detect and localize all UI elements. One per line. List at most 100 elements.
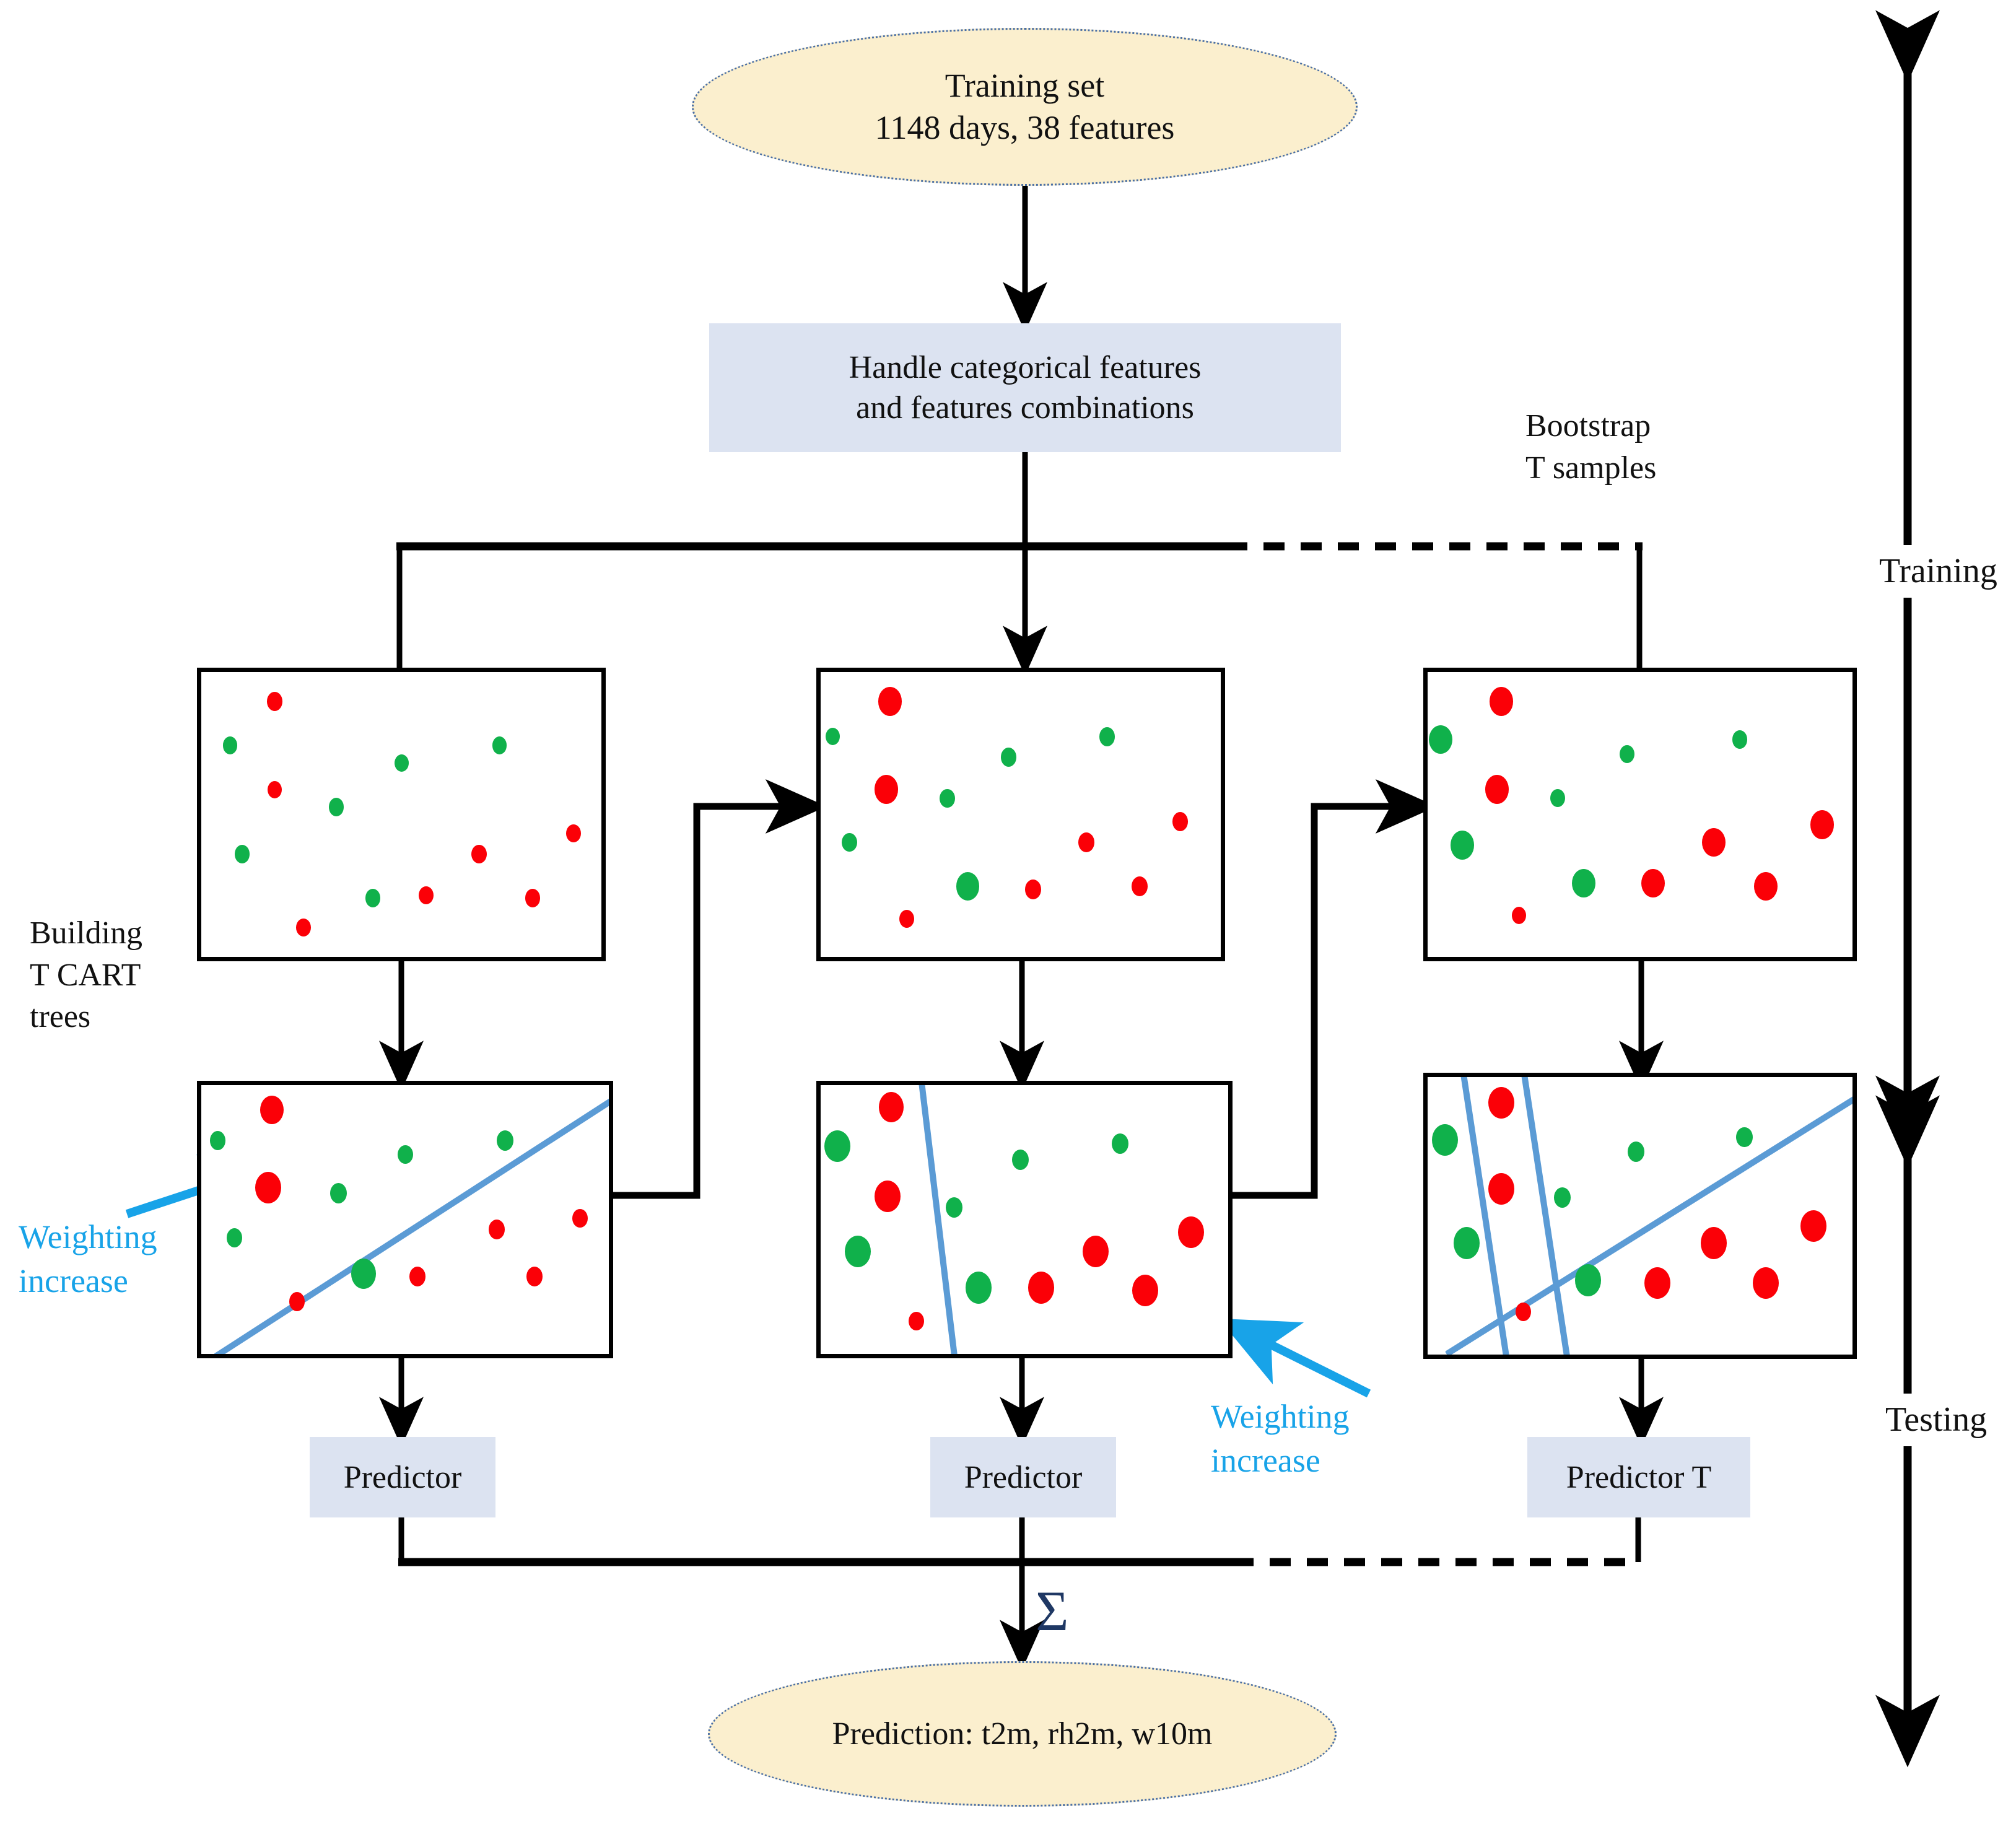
data-point-red	[879, 1092, 904, 1123]
data-point-red	[874, 775, 898, 804]
data-point-green	[824, 1130, 850, 1163]
data-point-red	[1644, 1267, 1670, 1299]
data-point-red	[489, 1220, 505, 1239]
data-point-green	[351, 1259, 377, 1290]
data-point-red	[1488, 1172, 1514, 1205]
data-point-red	[419, 886, 434, 904]
predictor-box-1: Predictor	[310, 1437, 495, 1517]
data-point-red	[267, 692, 283, 711]
data-point-red	[1511, 907, 1526, 925]
panel-inner	[201, 672, 601, 957]
data-point-red	[1641, 869, 1665, 898]
data-point-red	[874, 1180, 901, 1212]
data-point-red	[525, 889, 540, 907]
data-point-green	[1550, 789, 1565, 808]
phase-label-testing: Testing	[1883, 1394, 1990, 1446]
panel-inner	[821, 1085, 1228, 1354]
training-set-line1: Training set	[945, 67, 1105, 104]
scatter-panel-tree-T	[1423, 1073, 1857, 1359]
output-node: Prediction: t2m, rh2m, w10m	[708, 1661, 1337, 1807]
data-point-green	[826, 728, 840, 746]
data-point-red	[1810, 810, 1834, 839]
bootstrap-line2: T samples	[1525, 450, 1657, 486]
data-point-green	[227, 1228, 243, 1247]
scatter-panel-sample-1	[197, 668, 606, 961]
data-point-green	[365, 889, 381, 907]
data-point-red	[1488, 1086, 1514, 1119]
data-point-red	[1131, 876, 1148, 896]
phase-label-testing-text: Testing	[1885, 1400, 1988, 1439]
panel-inner	[821, 672, 1221, 957]
output-text: Prediction: t2m, rh2m, w10m	[832, 1716, 1213, 1752]
scatter-panel-sample-2	[816, 668, 1225, 961]
data-point-green	[956, 872, 980, 901]
data-point-green	[945, 1197, 962, 1218]
diagram-canvas: Training set 1148 days, 38 features Hand…	[0, 0, 2016, 1829]
predictor-label-1: Predictor	[343, 1459, 462, 1495]
panel-inner	[1428, 672, 1852, 957]
sigma-glyph: Σ	[1036, 1579, 1069, 1643]
data-point-green	[1572, 869, 1595, 898]
sigma-symbol: Σ	[1036, 1582, 1069, 1639]
data-point-green	[210, 1131, 226, 1150]
preprocess-node: Handle categorical features and features…	[709, 323, 1341, 452]
data-point-red	[1485, 775, 1509, 804]
data-point-green	[330, 1183, 347, 1204]
data-point-red	[268, 780, 282, 798]
data-point-red	[899, 909, 914, 928]
predictor-box-2: Predictor	[930, 1437, 1116, 1517]
preprocess-line1: Handle categorical features	[849, 350, 1202, 385]
data-point-green	[845, 1236, 871, 1268]
training-set-line2: 1148 days, 38 features	[875, 108, 1175, 146]
data-point-green	[940, 788, 956, 808]
data-point-red	[255, 1172, 281, 1204]
data-point-red	[565, 824, 581, 843]
building-line1: Building	[30, 915, 143, 951]
data-point-red	[1132, 1274, 1159, 1307]
data-point-red	[471, 844, 487, 864]
scatter-panel-tree-2	[816, 1081, 1233, 1358]
data-point-green	[1432, 1124, 1458, 1156]
separator-line-diagonal-3	[1445, 1091, 1852, 1355]
connector-tree1-to-sample2	[610, 779, 827, 1199]
data-point-green	[235, 845, 250, 863]
building-line3: trees	[30, 999, 91, 1035]
data-point-green	[1429, 725, 1452, 754]
data-point-green	[492, 736, 507, 754]
phase-label-training: Training	[1877, 545, 2000, 598]
data-point-red	[296, 918, 311, 936]
predictor-label-T: Predictor T	[1566, 1459, 1712, 1495]
data-point-red	[1078, 832, 1094, 852]
bootstrap-label: Bootstrap T samples	[1525, 405, 1656, 489]
leader-line-weighting-right	[1218, 1318, 1371, 1398]
data-point-red	[1754, 871, 1778, 901]
data-point-red	[289, 1292, 305, 1311]
data-point-red	[572, 1208, 588, 1228]
data-point-green	[1112, 1133, 1129, 1154]
data-point-green	[1575, 1264, 1601, 1296]
predictor-box-T: Predictor T	[1527, 1437, 1750, 1517]
data-point-red	[1800, 1210, 1826, 1242]
data-point-red	[1028, 1272, 1055, 1304]
connector-tree2-to-sampleT	[1231, 779, 1437, 1199]
weighting-right-line1: Weighting	[1211, 1398, 1350, 1435]
separator-line-vertical-1	[1460, 1077, 1510, 1355]
data-point-red	[1753, 1267, 1779, 1299]
panel-inner	[1428, 1077, 1852, 1355]
data-point-red	[260, 1096, 284, 1125]
data-point-red	[1490, 687, 1513, 716]
weighting-right-line2: increase	[1211, 1442, 1320, 1480]
data-point-green	[1553, 1187, 1571, 1208]
weighting-left-line1: Weighting	[19, 1218, 157, 1255]
data-point-green	[1732, 730, 1747, 749]
predictor-label-2: Predictor	[964, 1459, 1083, 1495]
data-point-green	[222, 736, 237, 754]
data-point-green	[1012, 1150, 1029, 1171]
data-point-red	[1025, 879, 1042, 899]
data-point-green	[1454, 1227, 1480, 1259]
phase-label-training-text: Training	[1879, 552, 1997, 590]
data-point-red	[1082, 1236, 1109, 1268]
data-point-green	[841, 832, 857, 852]
panel-inner	[201, 1085, 609, 1354]
training-set-node: Training set 1148 days, 38 features	[692, 28, 1358, 186]
